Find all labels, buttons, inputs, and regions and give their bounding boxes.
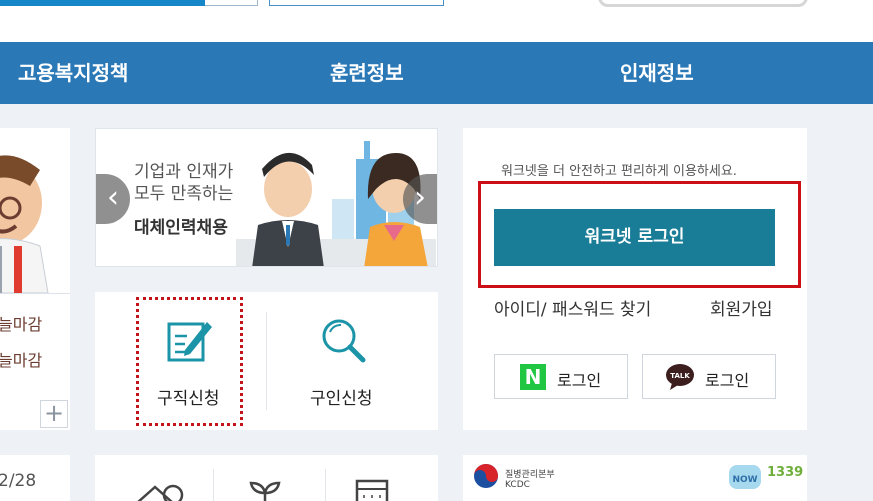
banner-prev-button[interactable]: ‹	[96, 174, 130, 224]
job-apply-button[interactable]: 구직신청	[157, 384, 220, 409]
kakao-login-button[interactable]: TALK 로그인	[642, 354, 776, 399]
left-panel: 늘마감 늘마감 +	[0, 128, 70, 430]
bottom-divider	[213, 469, 214, 501]
kakao-login-label: 로그인	[705, 371, 750, 390]
banner-line-3: 대체인력채용	[134, 218, 228, 238]
search-button[interactable]	[269, 0, 444, 6]
character-illustration	[0, 155, 49, 293]
sprout-icon[interactable]	[247, 477, 287, 501]
quick-divider	[266, 312, 267, 410]
nav-item-talent[interactable]: 인재정보	[620, 42, 694, 104]
worknet-login-button[interactable]: 워크넷 로그인	[494, 209, 775, 266]
nav-item-training[interactable]: 훈련정보	[330, 42, 404, 104]
deadline-item[interactable]: 늘마감	[0, 311, 42, 335]
join-link[interactable]: 회원가입	[710, 295, 773, 320]
top-pill-button[interactable]	[598, 0, 808, 7]
taegeuk-logo-icon	[474, 464, 498, 488]
login-notice: 워크넷을 더 안전하고 편리하게 이용하세요.	[501, 164, 737, 179]
naver-icon: N	[520, 364, 546, 390]
bottom-divider	[325, 469, 326, 501]
left-panel-divider	[0, 293, 70, 294]
bottom-quick-menu	[95, 455, 438, 501]
search-input-underline	[0, 0, 205, 6]
kcdc-banner[interactable]: 질병관리본부 KCDC NOW 1339	[463, 455, 807, 501]
kcdc-name-korean: 질병관리본부	[505, 470, 555, 480]
more-button[interactable]: +	[40, 400, 68, 428]
naver-login-label: 로그인	[557, 371, 602, 390]
now-badge: NOW	[729, 465, 761, 489]
recruit-apply-button[interactable]: 구인신청	[310, 384, 373, 409]
date-text: 2/28	[0, 471, 37, 491]
pencil-note-icon[interactable]	[165, 316, 215, 366]
naver-login-button[interactable]: N 로그인	[494, 354, 628, 399]
promo-banner[interactable]: 기업과 인재가 모두 만족하는 대체인력채용 ‹ ›	[95, 128, 438, 267]
login-panel: 워크넷을 더 안전하고 편리하게 이용하세요. 워크넷 로그인 아이디/ 패스워…	[463, 128, 807, 430]
kakao-talk-icon: TALK	[666, 364, 694, 390]
kakao-talk-mark: TALK	[670, 372, 690, 380]
house-icon[interactable]	[135, 481, 185, 501]
hotline-number: 1339	[767, 465, 804, 480]
calendar-icon[interactable]	[355, 479, 395, 501]
top-bar	[0, 0, 873, 42]
nav-item-employment-welfare[interactable]: 고용복지정책	[18, 42, 128, 104]
kcdc-name-english: KCDC	[505, 480, 530, 490]
banner-line-2: 모두 만족하는	[134, 184, 234, 204]
find-id-password-link[interactable]: 아이디/ 패스워드 찾기	[494, 295, 651, 320]
deadline-item[interactable]: 늘마감	[0, 347, 42, 371]
search-input[interactable]	[0, 0, 258, 6]
quick-menu: 구직신청 구인신청	[95, 292, 438, 430]
left-panel-bottom: 2/28	[0, 455, 70, 501]
magnifier-icon[interactable]	[319, 316, 369, 366]
main-nav: 고용복지정책 훈련정보 인재정보	[0, 42, 873, 104]
